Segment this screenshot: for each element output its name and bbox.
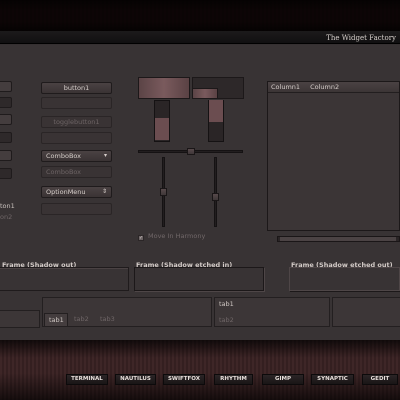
- tab-2[interactable]: tab2: [74, 315, 89, 323]
- left-spin[interactable]: [0, 150, 12, 161]
- tab-3[interactable]: tab3: [100, 315, 115, 323]
- taskbar-swiftfox[interactable]: SWIFTFOX: [163, 374, 205, 385]
- tab-1[interactable]: tab1: [49, 316, 64, 324]
- scrollbar-thumb[interactable]: [280, 237, 396, 241]
- progress-bar-horizontal-2-fill: [192, 88, 218, 99]
- tree-view[interactable]: Column1 Column2: [267, 81, 400, 231]
- notebook-right: [332, 297, 400, 327]
- optionmenu-disabled: [41, 203, 112, 215]
- tree-header: Column1 Column2: [268, 82, 399, 93]
- tab-left-2[interactable]: tab2: [219, 316, 234, 324]
- vscale-handle-1[interactable]: [160, 188, 167, 196]
- tree-column-2[interactable]: Column2: [310, 83, 339, 91]
- frame-shadow-etched-in: [134, 267, 264, 291]
- hscale-handle[interactable]: [187, 148, 195, 155]
- button1[interactable]: button1: [41, 82, 112, 94]
- combobox[interactable]: ComboBox ▾: [41, 150, 112, 162]
- left-entry-2: [0, 132, 12, 143]
- desktop-top: [0, 0, 400, 31]
- frame-shadow-etched-out: [289, 267, 400, 291]
- togglebutton1-label: togglebutton1: [53, 118, 100, 126]
- tree-horizontal-scrollbar[interactable]: [277, 236, 400, 242]
- combobox-label: ComboBox: [46, 152, 82, 160]
- taskbar-gimp[interactable]: GIMP: [262, 374, 304, 385]
- optionmenu[interactable]: OptionMenu ⇕: [41, 186, 112, 198]
- progress-bar-horizontal-1: [138, 77, 190, 99]
- notebook-left-edge: [0, 310, 40, 328]
- vscale-handle-2[interactable]: [212, 193, 219, 201]
- chevron-down-icon: ▾: [103, 152, 107, 159]
- button1-label: button1: [63, 84, 90, 92]
- taskbar-rhythm[interactable]: RHYTHM: [214, 374, 253, 385]
- left-combo-2[interactable]: [0, 114, 12, 125]
- tree-body[interactable]: [268, 93, 399, 230]
- vscale-trough-2[interactable]: [214, 157, 217, 227]
- tab-left-1[interactable]: tab1: [219, 300, 234, 308]
- togglebutton1[interactable]: togglebutton1: [41, 116, 112, 128]
- left-label-1: ton1: [0, 202, 15, 210]
- taskbar-nautilus[interactable]: NAUTILUS: [115, 374, 156, 385]
- left-combo-1[interactable]: [0, 81, 12, 92]
- tree-column-1[interactable]: Column1: [271, 83, 300, 91]
- vertical-progress-1-fill: [155, 118, 169, 140]
- taskbar-gedit[interactable]: GEDIT: [362, 374, 398, 385]
- checkbox-check-icon[interactable]: ✓: [138, 235, 144, 241]
- togglebutton-disabled: [41, 132, 112, 144]
- optionmenu-label: OptionMenu: [46, 188, 86, 196]
- left-label-2: on2: [0, 213, 13, 221]
- updown-icon: ⇕: [101, 188, 107, 195]
- taskbar-synaptic[interactable]: SYNAPTIC: [311, 374, 354, 385]
- combobox-disabled-label: ComboBox: [46, 168, 82, 176]
- titlebar[interactable]: The Widget Factory: [0, 31, 400, 44]
- taskbar-terminal[interactable]: TERMINAL: [66, 374, 108, 385]
- left-entry-3: [0, 168, 12, 179]
- frame-shadow-out: [0, 267, 129, 291]
- window-title: The Widget Factory: [326, 34, 396, 42]
- left-entry-1: [0, 97, 12, 108]
- vertical-progress-2-fill: [209, 100, 223, 122]
- move-in-harmony-checkbox[interactable]: ✓ Move In Harmony: [138, 232, 205, 241]
- desktop-bottom: [0, 340, 400, 400]
- combobox-disabled: ComboBox: [41, 166, 112, 178]
- button-disabled: [41, 97, 112, 109]
- move-in-harmony-label: Move In Harmony: [148, 232, 206, 240]
